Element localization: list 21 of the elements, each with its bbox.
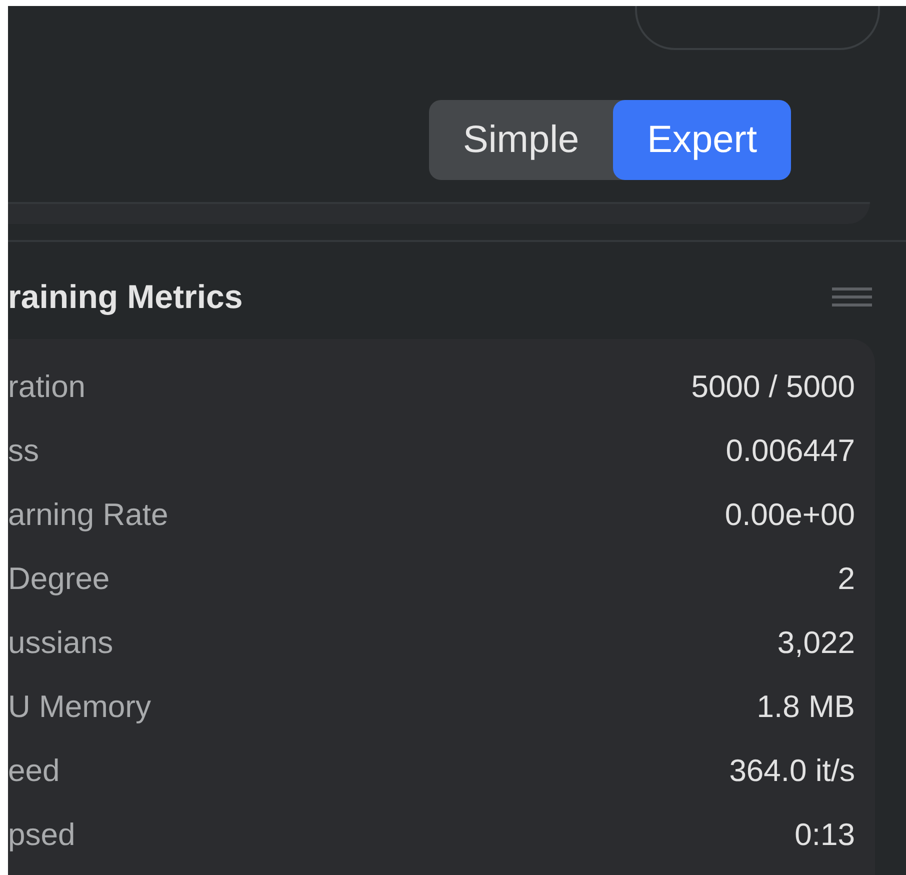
metric-label: ussians <box>8 626 114 658</box>
metric-label: eed <box>8 754 60 786</box>
metric-value: 364.0 it/s <box>729 754 855 786</box>
metric-label: psed <box>8 818 76 850</box>
metric-value: 2 <box>838 562 855 594</box>
mode-tab[interactable]: Expert <box>613 100 791 180</box>
metric-value: 0:13 <box>794 818 855 850</box>
toolbar-button[interactable] <box>635 6 880 50</box>
metric-value: 0.006447 <box>726 434 855 466</box>
metric-value: 1.8 MB <box>756 690 855 722</box>
metric-label: U Memory <box>8 690 151 722</box>
metric-value: 5000 / 5000 <box>691 370 855 402</box>
metric-value: 3,022 <box>777 626 855 658</box>
panel-title: raining Metrics <box>8 280 243 313</box>
menu-icon[interactable] <box>832 286 872 308</box>
metric-label: arning Rate <box>8 498 168 530</box>
metric-label: ration <box>8 370 86 402</box>
mode-tab[interactable]: Simple <box>429 100 614 180</box>
metric-label: ss <box>8 434 39 466</box>
metric-value: 0.00e+00 <box>724 498 855 530</box>
metric-label: Degree <box>8 562 110 594</box>
